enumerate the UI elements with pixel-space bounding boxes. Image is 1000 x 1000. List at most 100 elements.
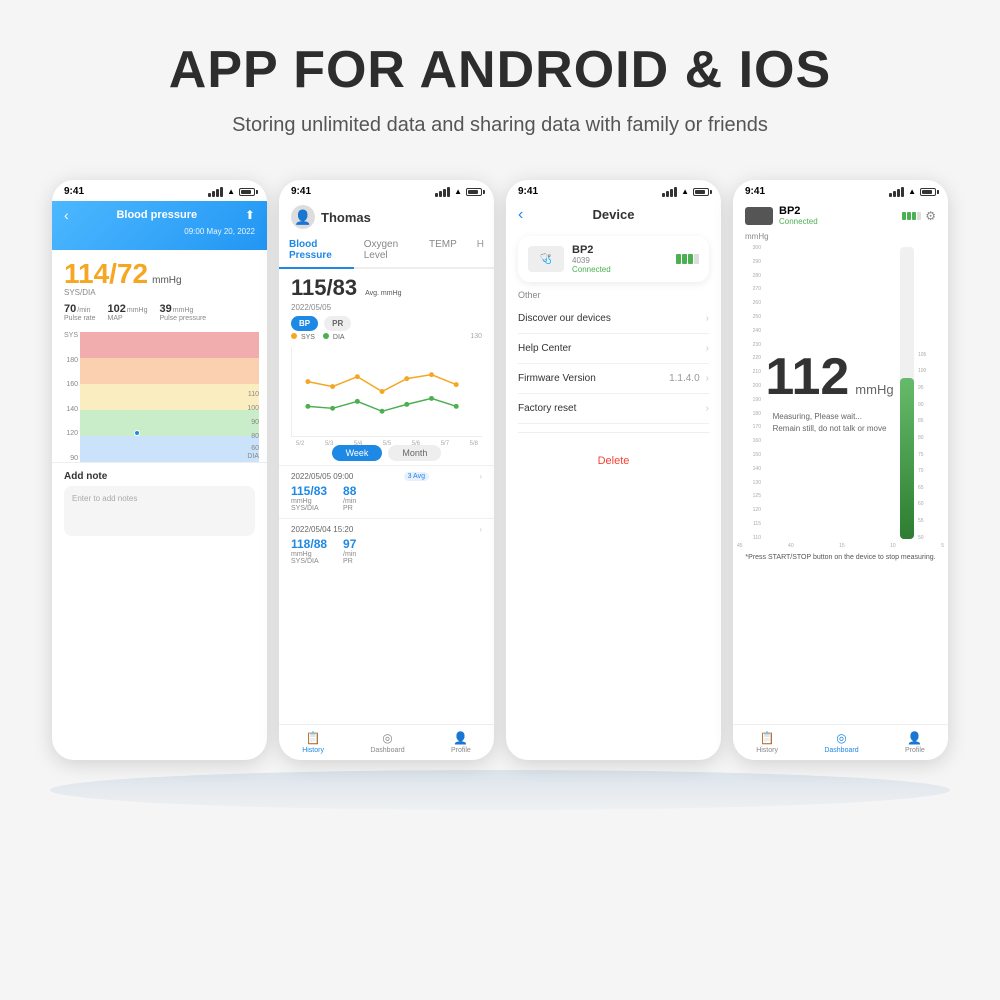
add-note-input[interactable]: Enter to add notes bbox=[64, 486, 255, 536]
chart-label-sys: SYS bbox=[60, 332, 78, 339]
hist1-date: 2022/05/05 09:00 bbox=[291, 472, 353, 481]
chart-top-val: 130 bbox=[470, 333, 482, 341]
chart-90: 90 bbox=[251, 419, 259, 426]
gear-icon[interactable]: ⚙ bbox=[925, 209, 936, 223]
map-unit: mmHg bbox=[127, 307, 148, 314]
green-bar-fill bbox=[900, 378, 914, 539]
device-header: ‹ Device bbox=[506, 201, 721, 228]
big-bp-section: 115/83 Avg. mmHg 2022/05/05 BP PR bbox=[279, 269, 494, 331]
chart-svg bbox=[292, 347, 482, 436]
menu-help-text: Help Center bbox=[518, 343, 571, 354]
phone-1: 9:41 ▲ ‹ Blood pressure ⬆ 09 bbox=[52, 180, 267, 760]
phone4-connected: Connected bbox=[779, 217, 818, 226]
nav-history-2[interactable]: 📋 History bbox=[302, 731, 324, 754]
nav-profile-2[interactable]: 👤 Profile bbox=[451, 731, 471, 754]
tab-temp[interactable]: TEMP bbox=[419, 233, 467, 267]
hist2-chevron[interactable]: › bbox=[479, 525, 482, 534]
bp-label: SYS/DIA bbox=[64, 288, 255, 297]
phone2-bottom-nav: 📋 History ◎ Dashboard 👤 Profile bbox=[279, 724, 494, 760]
menu-firmware[interactable]: Firmware Version 1.1.4.0 › bbox=[518, 364, 709, 394]
signal-icon-3 bbox=[662, 187, 677, 197]
tab-blood-pressure[interactable]: Blood Pressure bbox=[279, 233, 354, 269]
hist1-values: 115/83 mmHg SYS/DIA 88 /min PR bbox=[291, 484, 482, 512]
menu-help[interactable]: Help Center › bbox=[518, 334, 709, 364]
bp-date: 09:00 May 20, 2022 bbox=[64, 227, 255, 236]
history-icon: 📋 bbox=[306, 731, 321, 745]
phone4-device-name: BP2 bbox=[779, 205, 818, 217]
back-icon-3[interactable]: ‹ bbox=[518, 206, 523, 224]
back-icon[interactable]: ‹ bbox=[64, 207, 69, 223]
big-bp-value: 115/83 bbox=[291, 275, 357, 301]
device-status: Connected bbox=[572, 265, 611, 274]
toggle-bp[interactable]: BP bbox=[291, 316, 318, 331]
device-icon-small bbox=[745, 207, 773, 225]
bp-dot bbox=[134, 430, 140, 436]
wifi-icon: ▲ bbox=[227, 187, 235, 196]
hist1-date-row: 2022/05/05 09:00 3 Avg › bbox=[291, 472, 482, 481]
phone4-device-info: BP2 Connected bbox=[779, 205, 818, 226]
nav-history-4[interactable]: 📋 History bbox=[756, 731, 778, 754]
nav-dashboard-2[interactable]: ◎ Dashboard bbox=[370, 731, 404, 754]
phones-row: 9:41 ▲ ‹ Blood pressure ⬆ 09 bbox=[32, 160, 968, 760]
add-note-section: Add note Enter to add notes bbox=[52, 462, 267, 544]
add-note-title: Add note bbox=[64, 471, 255, 482]
measure-center: 112 mmHg Measuring, Please wait... Remai… bbox=[763, 243, 896, 543]
nav-profile-4[interactable]: 👤 Profile bbox=[905, 731, 925, 754]
tab-more[interactable]: H bbox=[467, 233, 494, 267]
chart-label-140: 140 bbox=[60, 406, 78, 413]
tab-oxygen[interactable]: Oxygen Level bbox=[354, 233, 419, 267]
status-bar-2: 9:41 ▲ bbox=[279, 180, 494, 201]
menu-factory[interactable]: Factory reset › bbox=[518, 394, 709, 424]
tabs-row: Blood Pressure Oxygen Level TEMP H bbox=[279, 233, 494, 269]
big-number: 112 bbox=[765, 351, 849, 403]
user-row: 👤 Thomas bbox=[279, 201, 494, 233]
map-value: 102 bbox=[108, 303, 126, 315]
pp-stat: 39 mmHg Pulse pressure bbox=[160, 303, 207, 322]
chart-label-160: 160 bbox=[60, 381, 78, 388]
right-scale: 105100959085 8075706560 5550 bbox=[918, 243, 940, 543]
green-bar-container bbox=[900, 247, 914, 539]
device-bp-icon: 🩺 bbox=[540, 254, 552, 265]
nav-dashboard-4[interactable]: ◎ Dashboard bbox=[824, 731, 858, 754]
profile-icon: 👤 bbox=[453, 731, 468, 745]
page-subtitle: Storing unlimited data and sharing data … bbox=[169, 110, 831, 140]
toggle-pr[interactable]: PR bbox=[324, 316, 351, 331]
left-scale: 300290280270260 250240230220210 20019018… bbox=[741, 243, 763, 543]
wifi-icon-3: ▲ bbox=[681, 187, 689, 196]
status-icons-4: ▲ bbox=[889, 187, 936, 197]
delete-button[interactable]: Delete bbox=[506, 445, 721, 477]
hist1-pr-val: 88 /min PR bbox=[343, 484, 356, 512]
share-icon[interactable]: ⬆ bbox=[245, 208, 255, 222]
chart-legend: SYS DIA 130 bbox=[279, 331, 494, 343]
chart-100: 100 bbox=[247, 405, 259, 412]
bp-value: 114/72 bbox=[64, 260, 148, 288]
dashboard-icon-4: ◎ bbox=[836, 731, 846, 745]
firmware-right: 1.1.4.0 › bbox=[669, 373, 709, 384]
profile-icon-4: 👤 bbox=[907, 731, 922, 745]
phone4-right-header: ⚙ bbox=[902, 209, 936, 223]
phone-2: 9:41 ▲ 👤 Thomas Blood Pressure Oxygen Le… bbox=[279, 180, 494, 760]
measure-status: Measuring, Please wait... Remain still, … bbox=[773, 411, 887, 435]
pulse-value: 70 bbox=[64, 303, 76, 315]
chart-110: 110 bbox=[248, 391, 259, 398]
signal-icon-2 bbox=[435, 187, 450, 197]
measure-label2: Remain still, do not talk or move bbox=[773, 423, 887, 435]
time-3: 9:41 bbox=[518, 186, 538, 197]
measure-label1: Measuring, Please wait... bbox=[773, 411, 887, 423]
dashboard-icon: ◎ bbox=[382, 731, 392, 745]
bp-date-row: 2022/05/05 bbox=[291, 303, 482, 312]
hist1-chevron[interactable]: › bbox=[479, 472, 482, 481]
map-label: MAP bbox=[108, 315, 148, 322]
hist2-bp-val: 118/88 mmHg SYS/DIA bbox=[291, 537, 327, 565]
chart-dia-label: DIA bbox=[247, 453, 259, 460]
avg-badge: Avg. mmHg bbox=[365, 290, 401, 297]
device-id: 4039 bbox=[572, 256, 611, 265]
device-title: Device bbox=[593, 207, 635, 222]
device-icon-box: 🩺 bbox=[528, 246, 564, 272]
status-icons-3: ▲ bbox=[662, 187, 709, 197]
time-4: 9:41 bbox=[745, 186, 765, 197]
discover-chevron: › bbox=[706, 313, 709, 324]
hist1-tag: 3 Avg bbox=[404, 472, 429, 481]
line-chart: 5/25/35/45/55/65/75/8 bbox=[291, 347, 482, 437]
menu-discover[interactable]: Discover our devices › bbox=[518, 304, 709, 334]
